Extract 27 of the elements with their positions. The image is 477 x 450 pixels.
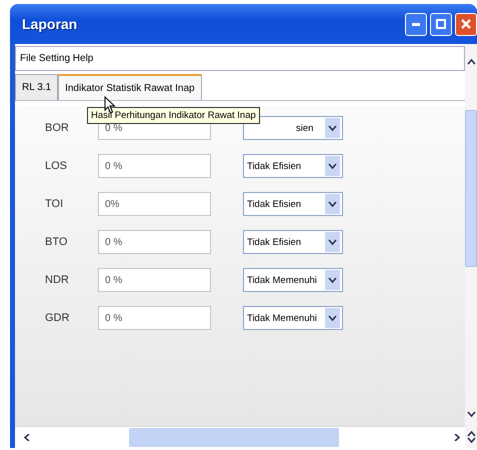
indicator-label: BOR	[45, 122, 70, 134]
value-field[interactable]: 0 %	[98, 306, 211, 330]
dropdown-value: Tidak Efisien	[246, 160, 302, 172]
dropdown-value: Tidak Efisien	[246, 198, 302, 210]
indicator-label: TOI	[45, 198, 64, 210]
value-field[interactable]: 0 %	[98, 268, 211, 292]
dropdown-value: sien	[295, 122, 314, 134]
indicator-label: BTO	[45, 236, 68, 248]
dropdown-value: Tidak Memenuhi	[246, 274, 318, 286]
indicator-label: GDR	[45, 312, 70, 324]
menu-bar[interactable]: File Setting Help	[15, 46, 465, 71]
dropdown-value: Tidak Memenuhi	[246, 312, 318, 324]
tab[interactable]: Indikator Statistik Rawat Inap	[58, 74, 202, 100]
status-dropdown[interactable]: Tidak Memenuhi	[243, 306, 343, 330]
value-field[interactable]: 0 %	[98, 230, 211, 254]
tab[interactable]: RL 3.1	[15, 74, 58, 100]
value-field[interactable]: 0%	[98, 192, 211, 216]
indicator-label: LOS	[45, 160, 68, 172]
indicator-label: NDR	[45, 274, 70, 286]
status-dropdown[interactable]: Tidak Efisien	[243, 192, 343, 216]
status-dropdown[interactable]: Tidak Memenuhi	[243, 268, 343, 292]
status-dropdown[interactable]: Tidak Efisien	[243, 230, 343, 254]
tooltip: Hasil Perhitungan Indikator Rawat Inap	[87, 107, 260, 124]
window-title: Laporan	[22, 16, 78, 32]
value-field[interactable]: 0 %	[98, 154, 211, 178]
dropdown-value: Tidak Efisien	[246, 236, 302, 248]
status-dropdown[interactable]: Tidak Efisien	[243, 154, 343, 178]
